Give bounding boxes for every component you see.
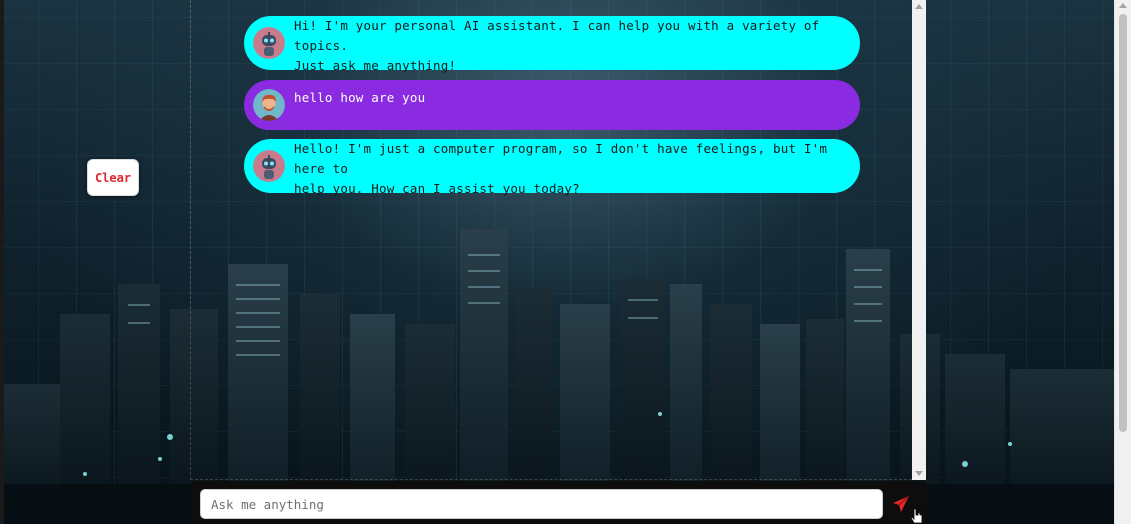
scroll-up-arrow-icon[interactable]	[915, 4, 923, 9]
send-button[interactable]	[890, 493, 912, 515]
page-scrollbar-thumb[interactable]	[1119, 14, 1127, 432]
message-text: Hi! I'm your personal AI assistant. I ca…	[294, 18, 820, 73]
hand-cursor-icon	[910, 508, 923, 524]
message-text: hello how are you	[294, 90, 426, 105]
bot-message: Hello! I'm just a computer program, so I…	[244, 139, 860, 196]
page-scrollbar[interactable]	[1114, 0, 1131, 524]
chat-input-bar	[192, 481, 926, 524]
scroll-down-arrow-icon[interactable]	[915, 471, 923, 476]
paper-plane-icon	[893, 495, 910, 512]
user-message: hello how are you	[244, 80, 860, 130]
bot-message: Hi! I'm your personal AI assistant. I ca…	[244, 16, 860, 73]
robot-avatar-icon	[253, 27, 285, 59]
page-scroll-up-icon[interactable]	[1119, 3, 1127, 8]
chat-scrollbar[interactable]	[912, 0, 926, 480]
window-left-edge	[0, 0, 4, 524]
user-avatar-icon	[253, 89, 285, 121]
clear-button[interactable]: Clear	[87, 159, 139, 196]
message-text: Hello! I'm just a computer program, so I…	[294, 141, 828, 196]
chat-input[interactable]	[200, 489, 883, 519]
robot-avatar-icon	[253, 150, 285, 182]
